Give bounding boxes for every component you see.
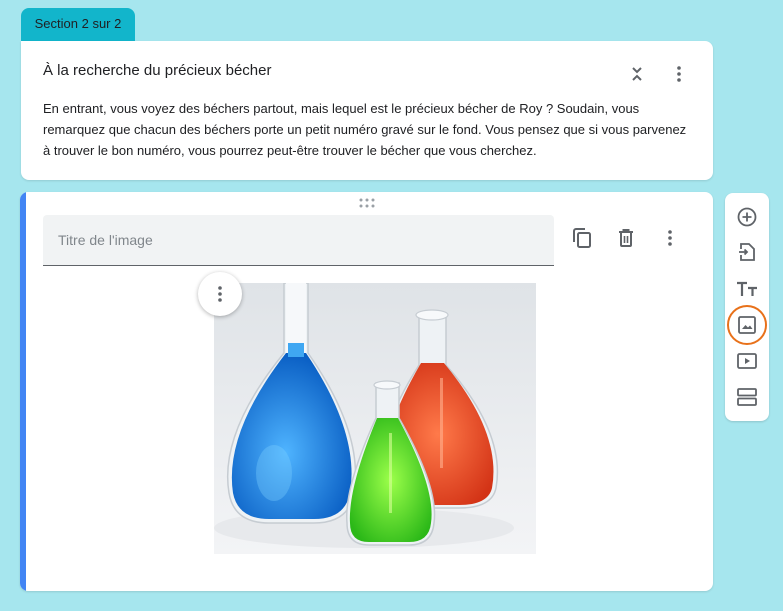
add-section-button[interactable] [732, 382, 762, 412]
trash-icon [619, 229, 633, 247]
section-header-card[interactable]: À la recherche du précieux bécher En ent… [21, 41, 713, 180]
floating-toolbar [725, 193, 769, 421]
add-video-button[interactable] [732, 346, 762, 376]
section-description[interactable]: En entrant, vous voyez des béchers parto… [43, 98, 695, 161]
lab-flasks-image [214, 283, 536, 554]
title-text-icon [737, 281, 757, 296]
drag-handle-icon[interactable] [358, 198, 376, 208]
video-icon [737, 353, 757, 369]
image-options-button[interactable] [198, 272, 242, 316]
section-icon [737, 388, 757, 406]
image-icon [738, 316, 756, 334]
import-questions-button[interactable] [732, 237, 762, 267]
section-badge: Section 2 sur 2 [21, 8, 135, 42]
image-title-field[interactable] [43, 215, 554, 266]
add-title-button[interactable] [732, 274, 762, 304]
more-vert-icon [668, 230, 672, 246]
delete-button[interactable] [611, 223, 641, 253]
duplicate-button[interactable] [567, 223, 597, 253]
collapse-section-button[interactable] [622, 59, 652, 89]
collapse-icon [632, 67, 642, 81]
more-vert-icon [218, 286, 222, 302]
section-more-options-button[interactable] [664, 59, 694, 89]
more-vert-icon [677, 66, 681, 82]
add-question-button[interactable] [732, 202, 762, 232]
image-item-card[interactable] [20, 192, 713, 591]
image-title-input[interactable] [43, 215, 554, 265]
add-circle-icon [737, 207, 757, 227]
item-more-options-button[interactable] [655, 223, 685, 253]
copy-icon [573, 228, 591, 248]
import-icon [739, 243, 755, 261]
add-image-button[interactable] [727, 305, 767, 345]
section-title[interactable]: À la recherche du précieux bécher [43, 62, 271, 79]
active-item-accent [20, 192, 26, 591]
